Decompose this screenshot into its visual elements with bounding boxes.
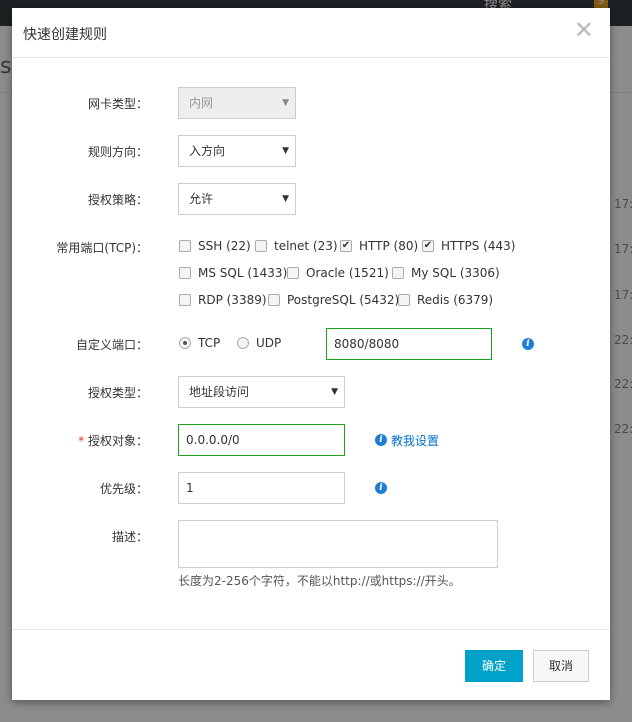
description-textarea[interactable] <box>178 520 498 568</box>
checkbox[interactable] <box>287 267 299 279</box>
auth-object-label-text: 授权对象： <box>87 434 148 448</box>
checkbox-label: Redis (6379) <box>417 293 494 307</box>
checkbox[interactable] <box>179 240 191 252</box>
checkbox[interactable]: ✔ <box>422 240 434 252</box>
checkbox-label: telnet (23) <box>274 239 338 253</box>
checkbox[interactable] <box>255 240 267 252</box>
dialog-footer: 确定 取消 <box>12 629 610 700</box>
radio-button[interactable] <box>179 337 191 349</box>
info-icon: i <box>375 434 387 446</box>
description-hint: 长度为2-256个字符，不能以http://或https://开头。 <box>178 574 461 588</box>
port-checkbox[interactable]: MS SQL (1433) <box>179 266 287 280</box>
policy-label: 授权策略： <box>87 193 148 207</box>
required-mark: * <box>78 434 85 448</box>
priority-label: 优先级： <box>99 482 148 496</box>
checkbox-label: HTTPS (443) <box>441 239 516 253</box>
chevron-down-icon: ▼ <box>282 194 289 204</box>
custom-port-label: 自定义端口： <box>75 338 148 352</box>
dialog-title: 快速创建规则 <box>23 27 107 43</box>
close-icon[interactable]: ✕ <box>574 18 594 42</box>
checkbox[interactable] <box>398 294 410 306</box>
port-checkbox[interactable]: telnet (23) <box>255 239 338 253</box>
chevron-down-icon: ▼ <box>282 98 289 108</box>
create-rule-dialog: 快速创建规则 ✕ 网卡类型： 内网 ▼ 规则方向： 入方向 ▼ 授权策略： 允许 ▼ … <box>12 8 610 700</box>
direction-select[interactable]: 入方向 ▼ <box>178 135 296 167</box>
direction-label: 规则方向： <box>87 145 148 159</box>
checkbox[interactable]: ✔ <box>340 240 352 252</box>
radio-label: UDP <box>256 336 282 350</box>
auth-type-select[interactable]: 地址段访问 ▼ <box>178 376 345 408</box>
checkbox[interactable] <box>268 294 280 306</box>
info-icon[interactable]: i <box>375 482 387 494</box>
port-checkbox[interactable]: PostgreSQL (5432) <box>268 293 399 307</box>
chevron-down-icon: ▼ <box>282 146 289 156</box>
port-checkbox[interactable]: ✔ HTTPS (443) <box>422 239 515 253</box>
description-label: 描述： <box>111 530 148 544</box>
chevron-down-icon: ▼ <box>331 387 338 397</box>
radio-udp[interactable]: UDP <box>237 336 281 350</box>
checkbox-label: SSH (22) <box>198 239 251 253</box>
common-ports-label: 常用端口(TCP)： <box>56 241 148 255</box>
checkbox-label: My SQL (3306) <box>411 266 500 280</box>
checkbox-label: RDP (3389) <box>198 293 267 307</box>
custom-port-input[interactable]: 8080/8080 <box>326 328 492 360</box>
auth-object-label: * 授权对象： <box>12 432 148 449</box>
info-icon[interactable]: i <box>522 338 534 350</box>
port-checkbox[interactable]: SSH (22) <box>179 239 251 253</box>
checkbox-label: MS SQL (1433) <box>198 266 288 280</box>
port-checkbox[interactable]: Oracle (1521) <box>287 266 389 280</box>
confirm-button[interactable]: 确定 <box>465 650 523 682</box>
checkbox-label: HTTP (80) <box>359 239 419 253</box>
priority-input[interactable]: 1 <box>178 472 345 504</box>
port-checkbox[interactable]: My SQL (3306) <box>392 266 500 280</box>
radio-tcp[interactable]: TCP <box>179 336 220 350</box>
auth-type-label: 授权类型： <box>87 386 148 400</box>
radio-label: TCP <box>198 336 221 350</box>
checkbox-label: Oracle (1521) <box>306 266 389 280</box>
nic-type-select: 内网 ▼ <box>178 87 296 119</box>
dialog-header: 快速创建规则 ✕ <box>12 8 610 58</box>
policy-select[interactable]: 允许 ▼ <box>178 183 296 215</box>
port-checkbox[interactable]: RDP (3389) <box>179 293 267 307</box>
cancel-button[interactable]: 取消 <box>533 650 589 682</box>
auth-object-input[interactable]: 0.0.0.0/0 <box>178 424 345 456</box>
port-checkbox[interactable]: ✔ HTTP (80) <box>340 239 418 253</box>
radio-button[interactable] <box>237 337 249 349</box>
port-checkbox[interactable]: Redis (6379) <box>398 293 493 307</box>
checkbox[interactable] <box>392 267 404 279</box>
help-link[interactable]: 教我设置 <box>391 432 439 449</box>
checkbox[interactable] <box>179 294 191 306</box>
checkbox-label: PostgreSQL (5432) <box>287 293 400 307</box>
nic-type-label: 网卡类型： <box>87 97 148 111</box>
checkbox[interactable] <box>179 267 191 279</box>
